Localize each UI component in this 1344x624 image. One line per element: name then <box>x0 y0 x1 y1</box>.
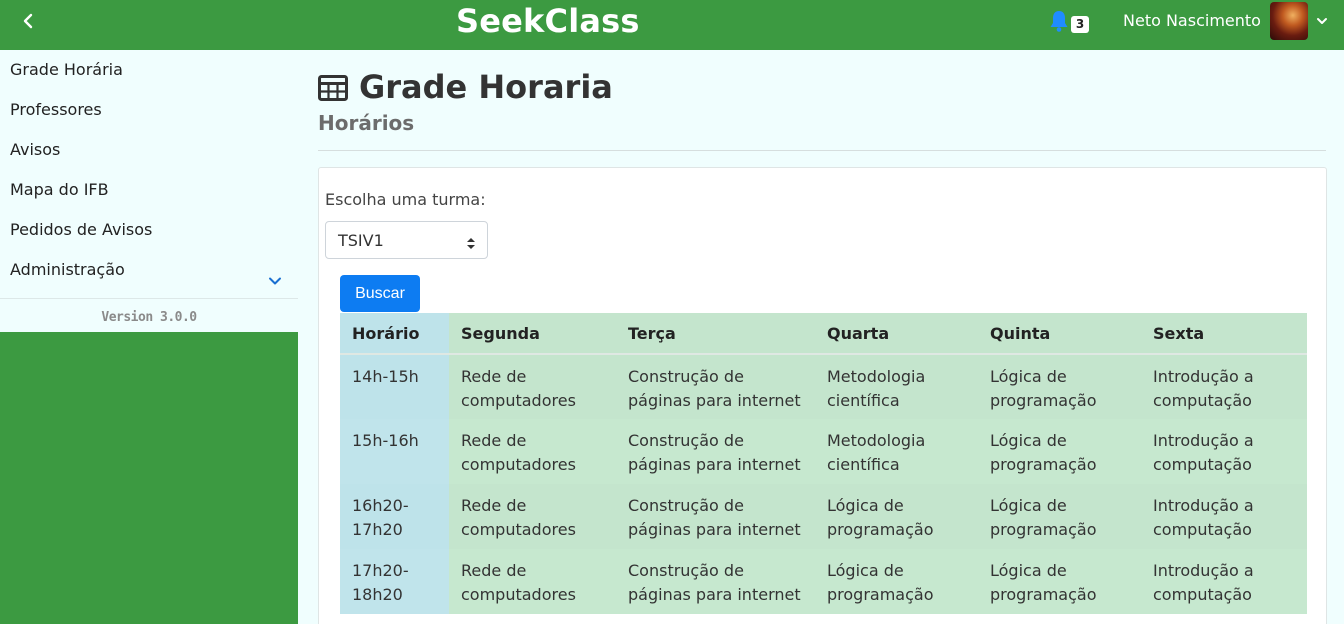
brand-title[interactable]: SeekClass <box>456 2 640 40</box>
table-cell: Construção de páginas para internet <box>616 549 815 614</box>
column-header-quarta: Quarta <box>815 313 978 355</box>
table-cell: Rede de computadores <box>449 354 616 419</box>
chevron-down-icon[interactable] <box>268 263 282 285</box>
table-cell: Rede de computadores <box>449 419 616 484</box>
turma-label: Escolha uma turma: <box>325 190 486 209</box>
table-cell: Metodologia científica <box>815 354 978 419</box>
table-cell: Construção de páginas para internet <box>616 419 815 484</box>
table-cell: Lógica de programação <box>978 549 1141 614</box>
table-cell: Lógica de programação <box>978 419 1141 484</box>
table-row: 17h20-18h20 Rede de computadores Constru… <box>340 549 1307 614</box>
sidebar-item-pedidos-de-avisos[interactable]: Pedidos de Avisos <box>0 210 298 250</box>
table-cell: Rede de computadores <box>449 549 616 614</box>
sidebar-item-label: Administração <box>10 260 125 279</box>
column-header-quinta: Quinta <box>978 313 1141 355</box>
table-cell: Lógica de programação <box>815 484 978 549</box>
back-chevron-icon[interactable] <box>18 10 40 32</box>
table-cell: Lógica de programação <box>815 549 978 614</box>
table-cell: Introdução a computação <box>1141 549 1307 614</box>
sidebar-item-label: Grade Horária <box>10 60 123 79</box>
avatar[interactable] <box>1270 2 1308 40</box>
page-subtitle: Horários <box>318 111 415 135</box>
divider <box>318 150 1326 151</box>
bell-icon[interactable] <box>1046 8 1072 34</box>
sidebar-item-avisos[interactable]: Avisos <box>0 130 298 170</box>
sidebar-item-label: Professores <box>10 100 102 119</box>
sidebar-item-professores[interactable]: Professores <box>0 90 298 130</box>
table-cell: Construção de páginas para internet <box>616 484 815 549</box>
schedule-table: Horário Segunda Terça Quarta Quinta Sext… <box>340 313 1307 614</box>
table-row: 16h20-17h20 Rede de computadores Constru… <box>340 484 1307 549</box>
table-row: 14h-15h Rede de computadores Construção … <box>340 354 1307 419</box>
version-label: Version 3.0.0 <box>101 310 197 325</box>
turma-select-value: TSIV1 <box>338 231 384 250</box>
user-name[interactable]: Neto Nascimento <box>1123 11 1261 30</box>
sidebar-item-mapa-do-ifb[interactable]: Mapa do IFB <box>0 170 298 210</box>
schedule-card: Escolha uma turma: TSIV1 Buscar Horário … <box>318 167 1327 624</box>
table-cell-time: 16h20-17h20 <box>340 484 449 549</box>
sidebar-item-label: Avisos <box>10 140 61 159</box>
sidebar: Grade Horária Professores Avisos Mapa do… <box>0 50 298 624</box>
table-header-row: Horário Segunda Terça Quarta Quinta Sext… <box>340 313 1307 355</box>
table-cell: Rede de computadores <box>449 484 616 549</box>
notification-count-badge[interactable]: 3 <box>1071 16 1089 33</box>
column-header-sexta: Sexta <box>1141 313 1307 355</box>
table-cell-time: 17h20-18h20 <box>340 549 449 614</box>
table-cell: Construção de páginas para internet <box>616 354 815 419</box>
table-cell: Introdução a computação <box>1141 419 1307 484</box>
table-row: 15h-16h Rede de computadores Construção … <box>340 419 1307 484</box>
user-menu-chevron-down-icon[interactable] <box>1315 13 1329 27</box>
column-header-segunda: Segunda <box>449 313 616 355</box>
sidebar-item-administracao[interactable]: Administração <box>0 250 298 290</box>
table-cell: Introdução a computação <box>1141 484 1307 549</box>
sidebar-item-label: Pedidos de Avisos <box>10 220 153 239</box>
column-header-horario: Horário <box>340 313 449 355</box>
turma-select[interactable]: TSIV1 <box>325 221 488 259</box>
table-cell: Lógica de programação <box>978 484 1141 549</box>
table-cell-time: 14h-15h <box>340 354 449 419</box>
sidebar-item-label: Mapa do IFB <box>10 180 109 199</box>
sidebar-item-grade-horaria[interactable]: Grade Horária <box>0 50 298 90</box>
table-cell: Introdução a computação <box>1141 354 1307 419</box>
column-header-terca: Terça <box>616 313 815 355</box>
search-button[interactable]: Buscar <box>340 275 420 312</box>
table-cell: Metodologia científica <box>815 419 978 484</box>
sidebar-menu: Grade Horária Professores Avisos Mapa do… <box>0 50 298 332</box>
top-navbar: SeekClass 3 Neto Nascimento <box>0 0 1344 50</box>
table-cell: Lógica de programação <box>978 354 1141 419</box>
table-icon <box>318 75 348 101</box>
select-arrows-icon <box>466 235 476 249</box>
page-title-text: Grade Horaria <box>359 68 613 106</box>
table-cell-time: 15h-16h <box>340 419 449 484</box>
